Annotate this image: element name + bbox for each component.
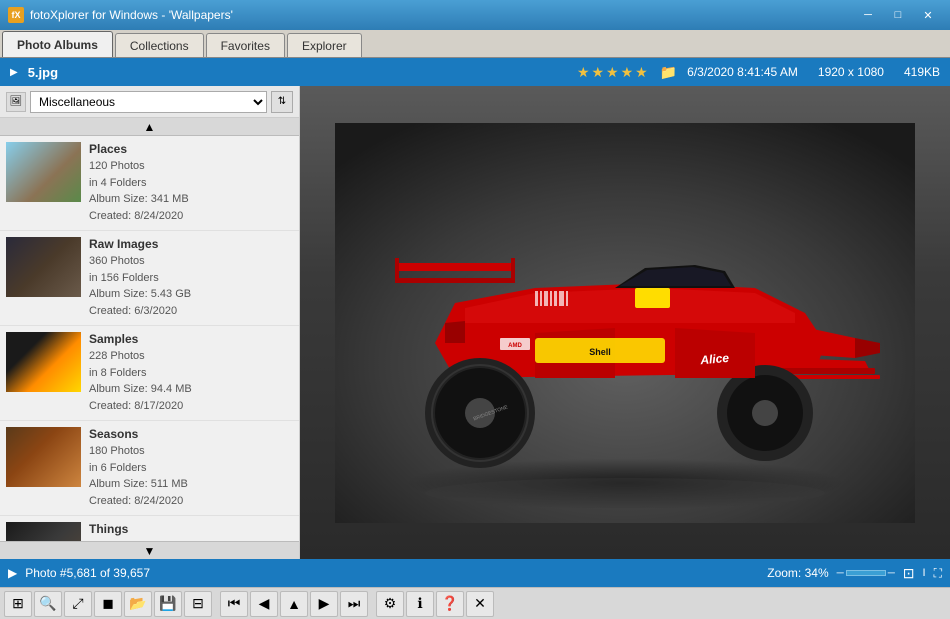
- toolbar-btn-grid[interactable]: ⊟: [184, 591, 212, 617]
- maximize-button[interactable]: □: [884, 5, 912, 25]
- photo-info: Photo #5,681 of 39,657: [25, 566, 150, 580]
- status-play-icon: ▶: [8, 566, 17, 580]
- image-display-area: Shell AMD BRIDGESTONE Alice: [300, 86, 950, 559]
- svg-text:Shell: Shell: [589, 347, 611, 357]
- albums-list: Places 120 Photosin 4 FoldersAlbum Size: …: [0, 136, 299, 541]
- toolbar-btn-open[interactable]: 📂: [124, 591, 152, 617]
- album-detail-things: 150 Photosin 5 FoldersAlbum Size: 429 MB…: [89, 538, 293, 541]
- filename: 5.jpg: [28, 65, 58, 80]
- toolbar-btn-save[interactable]: 💾: [154, 591, 182, 617]
- album-info-things: Things 150 Photosin 5 FoldersAlbum Size: …: [89, 522, 293, 541]
- status-bar: ▶ Photo #5,681 of 39,657 Zoom: 34% ─ ─ ⊡…: [0, 559, 950, 587]
- tab-favorites[interactable]: Favorites: [206, 33, 285, 57]
- album-thumb-seasons: [6, 427, 81, 487]
- tab-collections[interactable]: Collections: [115, 33, 204, 57]
- window-controls: ─ □ ✕: [854, 5, 942, 25]
- image-viewer: Shell AMD BRIDGESTONE Alice: [300, 86, 950, 559]
- toolbar-btn-resize[interactable]: ⤢: [64, 591, 92, 617]
- album-name-things: Things: [89, 522, 293, 536]
- svg-text:Alice: Alice: [699, 350, 730, 367]
- image-filesize: 419KB: [904, 65, 940, 79]
- scroll-down-button[interactable]: ▼: [0, 541, 299, 559]
- album-item-places[interactable]: Places 120 Photosin 4 FoldersAlbum Size: …: [0, 136, 299, 231]
- toolbar-btn-first[interactable]: ⏮: [220, 591, 248, 617]
- toolbar-btn-next[interactable]: ▶: [310, 591, 338, 617]
- album-info-raw-images: Raw Images 360 Photosin 156 FoldersAlbum …: [89, 237, 293, 319]
- album-info-samples: Samples 228 Photosin 8 FoldersAlbum Size:…: [89, 332, 293, 414]
- album-name-raw-images: Raw Images: [89, 237, 293, 251]
- toolbar-btn-up[interactable]: ▲: [280, 591, 308, 617]
- filter-icon: 🖼: [6, 92, 26, 112]
- image-date: 6/3/2020 8:41:45 AM: [687, 65, 798, 79]
- star-rating[interactable]: ★★★★★: [577, 64, 650, 81]
- toolbar-btn-last[interactable]: ⏭: [340, 591, 368, 617]
- album-thumb-places: [6, 142, 81, 202]
- album-filter-dropdown[interactable]: Miscellaneous All Albums Recent: [30, 91, 267, 113]
- close-button[interactable]: ✕: [914, 5, 942, 25]
- tab-photo-albums[interactable]: Photo Albums: [2, 31, 113, 57]
- toolbar-btn-enhance[interactable]: ◼: [94, 591, 122, 617]
- album-item-samples[interactable]: Samples 228 Photosin 8 FoldersAlbum Size:…: [0, 326, 299, 421]
- toolbar-btn-prev[interactable]: ◀: [250, 591, 278, 617]
- album-thumb-things: [6, 522, 81, 541]
- tab-bar: Photo Albums Collections Favorites Explo…: [0, 30, 950, 58]
- toolbar-btn-close2[interactable]: ✕: [466, 591, 494, 617]
- image-meta: 6/3/2020 8:41:45 AM 1920 x 1080 419KB: [687, 65, 940, 79]
- image-dimensions: 1920 x 1080: [818, 65, 884, 79]
- album-info-seasons: Seasons 180 Photosin 6 FoldersAlbum Size:…: [89, 427, 293, 509]
- scroll-up-button[interactable]: ▲: [0, 118, 299, 136]
- f1-car-image: Shell AMD BRIDGESTONE Alice: [335, 123, 915, 523]
- folder-icon[interactable]: 📁: [660, 64, 677, 81]
- left-panel: 🖼 Miscellaneous All Albums Recent ⇅ ▲ Pl…: [0, 86, 300, 559]
- toolbar-btn-search[interactable]: 🔍: [34, 591, 62, 617]
- album-detail-raw-images: 360 Photosin 156 FoldersAlbum Size: 5.43…: [89, 253, 293, 319]
- main-layout: 🖼 Miscellaneous All Albums Recent ⇅ ▲ Pl…: [0, 86, 950, 559]
- album-name-places: Places: [89, 142, 293, 156]
- zoom-bar[interactable]: ─ ─: [837, 568, 895, 579]
- zoom-label: Zoom: 34%: [767, 566, 828, 580]
- album-item-raw-images[interactable]: Raw Images 360 Photosin 156 FoldersAlbum …: [0, 231, 299, 326]
- filter-bar: 🖼 Miscellaneous All Albums Recent ⇅: [0, 86, 299, 118]
- album-detail-places: 120 Photosin 4 FoldersAlbum Size: 341 MB…: [89, 158, 293, 224]
- album-info-places: Places 120 Photosin 4 FoldersAlbum Size: …: [89, 142, 293, 224]
- bottom-toolbar: ⊞🔍⤢◼📂💾⊟ ⏮◀▲▶⏭ ⚙ℹ❓✕: [0, 587, 950, 619]
- album-item-things[interactable]: Things 150 Photosin 5 FoldersAlbum Size: …: [0, 516, 299, 541]
- zoom-fit-icon[interactable]: ⊡: [903, 565, 915, 582]
- svg-text:AMD: AMD: [508, 343, 522, 349]
- album-detail-seasons: 180 Photosin 6 FoldersAlbum Size: 511 MB…: [89, 443, 293, 509]
- tab-explorer[interactable]: Explorer: [287, 33, 362, 57]
- toolbar-btn-info[interactable]: ℹ: [406, 591, 434, 617]
- album-name-seasons: Seasons: [89, 427, 293, 441]
- app-icon: fX: [8, 7, 24, 23]
- album-thumb-raw-images: [6, 237, 81, 297]
- album-item-seasons[interactable]: Seasons 180 Photosin 6 FoldersAlbum Size:…: [0, 421, 299, 516]
- minimize-button[interactable]: ─: [854, 5, 882, 25]
- album-detail-samples: 228 Photosin 8 FoldersAlbum Size: 94.4 M…: [89, 348, 293, 414]
- toolbar-btn-frame[interactable]: ⊞: [4, 591, 32, 617]
- album-thumb-samples: [6, 332, 81, 392]
- fullscreen-icon[interactable]: ⛶: [934, 566, 942, 581]
- toolbar-btn-help[interactable]: ❓: [436, 591, 464, 617]
- info-bar: ▶ 5.jpg ★★★★★ 📁 6/3/2020 8:41:45 AM 1920…: [0, 58, 950, 86]
- filter-sort-button[interactable]: ⇅: [271, 91, 293, 113]
- app-title: fotoXplorer for Windows - 'Wallpapers': [30, 8, 233, 22]
- zoom-100-icon[interactable]: I: [923, 567, 926, 579]
- play-icon: ▶: [10, 67, 18, 78]
- title-bar: fX fotoXplorer for Windows - 'Wallpapers…: [0, 0, 950, 30]
- album-name-samples: Samples: [89, 332, 293, 346]
- toolbar-btn-settings[interactable]: ⚙: [376, 591, 404, 617]
